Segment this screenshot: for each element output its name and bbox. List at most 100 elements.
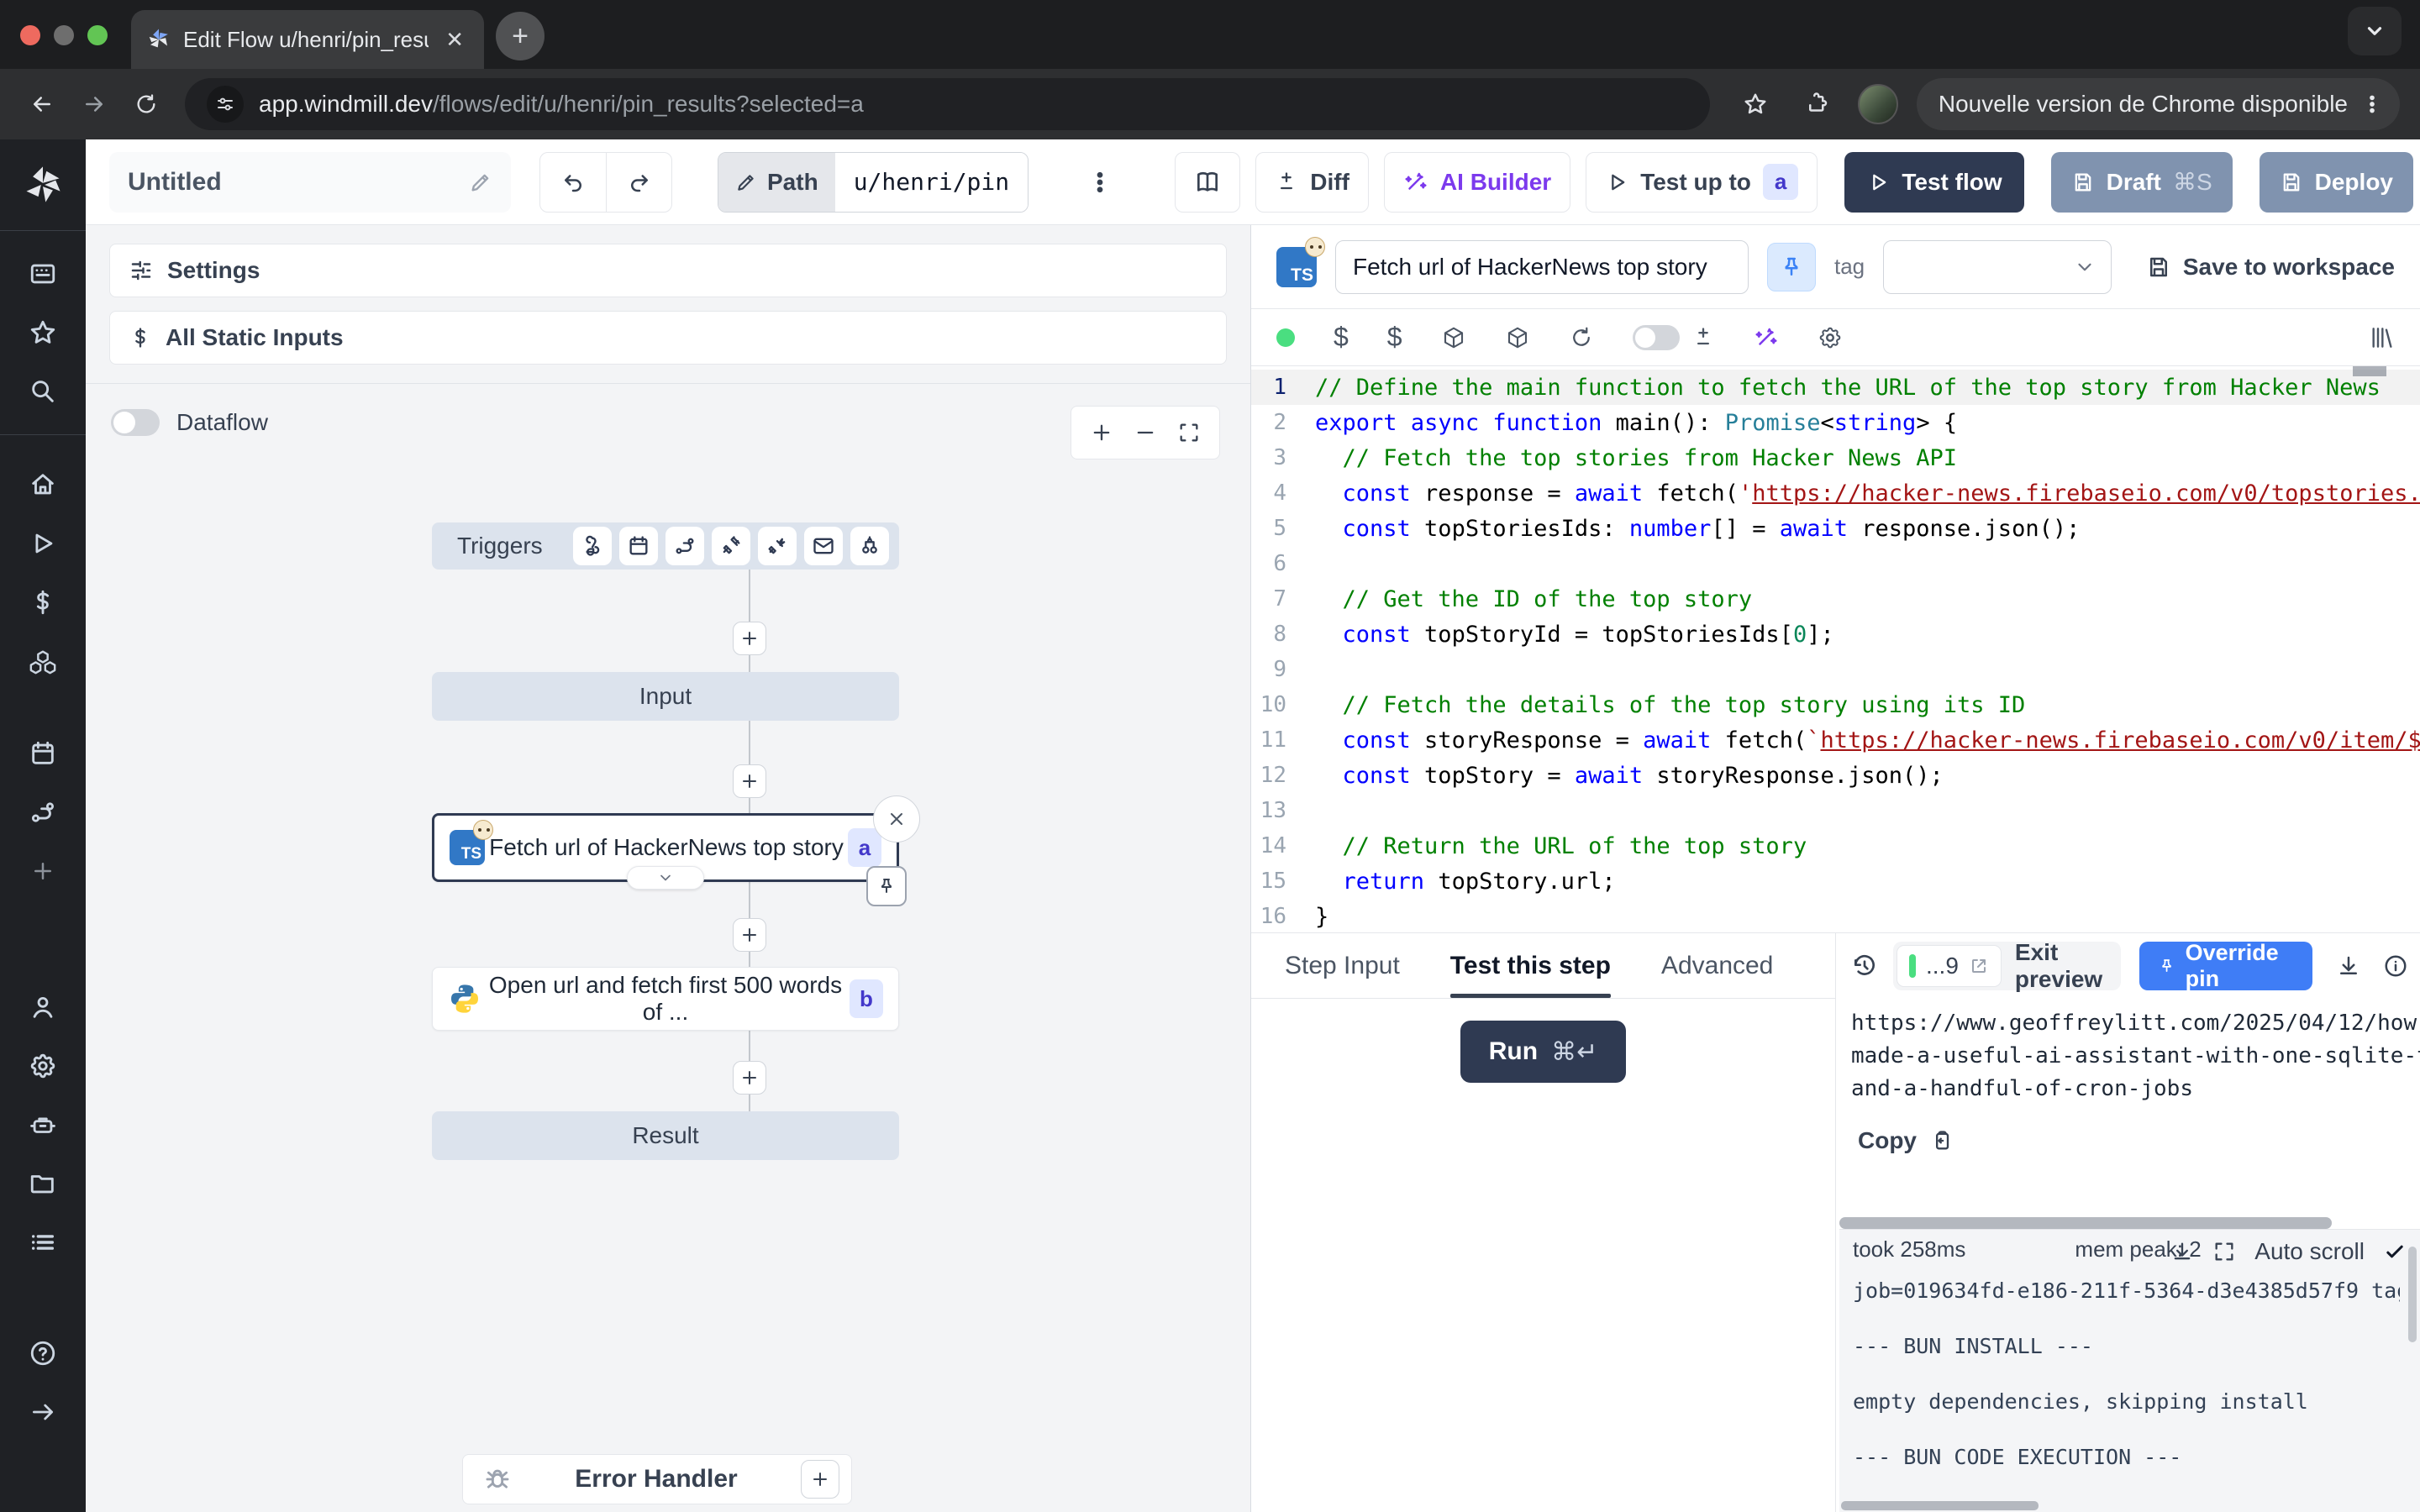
- code-line-13[interactable]: 13: [1251, 793, 2420, 828]
- back-button[interactable]: [20, 82, 64, 126]
- new-tab-button[interactable]: +: [496, 12, 544, 60]
- test-flow-button[interactable]: Test flow: [1844, 152, 2023, 213]
- code-line-16[interactable]: 16}: [1251, 899, 2420, 932]
- zoom-in-button[interactable]: [1080, 411, 1123, 454]
- flow-name-input[interactable]: Untitled: [109, 152, 511, 213]
- reload-button[interactable]: [124, 82, 168, 126]
- forward-button[interactable]: [72, 82, 116, 126]
- add-step-button[interactable]: [733, 918, 766, 952]
- close-window-button[interactable]: [20, 25, 40, 45]
- tab-advanced[interactable]: Advanced: [1661, 933, 1773, 998]
- sidebar-workers-icon[interactable]: [0, 1095, 86, 1154]
- profile-avatar[interactable]: [1858, 84, 1898, 124]
- macos-window-controls[interactable]: [20, 25, 108, 45]
- pinned-result-badge[interactable]: [866, 866, 907, 906]
- expand-logs-icon[interactable]: [2212, 1240, 2236, 1263]
- minimize-window-button[interactable]: [54, 25, 74, 45]
- dataflow-toggle[interactable]: [111, 409, 160, 436]
- package-icon[interactable]: [1505, 325, 1530, 350]
- code-line-4[interactable]: 4 const response = await fetch('https://…: [1251, 475, 2420, 511]
- path-control[interactable]: Path u/henri/pin: [718, 152, 1028, 213]
- reset-icon[interactable]: [1569, 325, 1594, 350]
- kafka-trigger-icon[interactable]: [758, 527, 797, 565]
- webhook-trigger-icon[interactable]: [573, 527, 612, 565]
- test-up-to-step-badge[interactable]: a: [1763, 164, 1798, 200]
- add-step-button[interactable]: [733, 622, 766, 655]
- save-to-workspace-button[interactable]: Save to workspace: [2146, 254, 2395, 281]
- result-horizontal-scrollbar[interactable]: [1839, 1217, 2412, 1229]
- sidebar-settings-icon[interactable]: [0, 1037, 86, 1095]
- email-trigger-icon[interactable]: [804, 527, 843, 565]
- sidebar-apps-icon[interactable]: [0, 244, 86, 303]
- tab-test-this-step[interactable]: Test this step: [1450, 933, 1611, 998]
- step-result-value[interactable]: https://www.geoffreylitt.com/2025/04/12/…: [1836, 999, 2420, 1105]
- omnibox[interactable]: app.windmill.dev/flows/edit/u/henri/pin_…: [185, 78, 1710, 130]
- delete-step-button[interactable]: [873, 795, 920, 843]
- code-editor[interactable]: 1// Define the main function to fetch th…: [1251, 366, 2420, 932]
- code-line-1[interactable]: 1// Define the main function to fetch th…: [1251, 370, 2420, 405]
- add-step-button[interactable]: [733, 1061, 766, 1095]
- sidebar-folders-icon[interactable]: [0, 1154, 86, 1213]
- error-handler-node[interactable]: Error Handler: [462, 1454, 852, 1504]
- sidebar-home-icon[interactable]: [0, 455, 86, 514]
- sidebar-favorites-icon[interactable]: [0, 303, 86, 362]
- extensions-icon[interactable]: [1796, 82, 1839, 126]
- sidebar-collapse-icon[interactable]: [0, 1383, 86, 1441]
- http-route-trigger-icon[interactable]: [666, 527, 704, 565]
- step-node-b[interactable]: Open url and fetch first 500 words of ..…: [432, 967, 899, 1031]
- websocket-trigger-icon[interactable]: [712, 527, 750, 565]
- diff-button[interactable]: Diff: [1255, 152, 1369, 213]
- windmill-logo[interactable]: [0, 139, 86, 230]
- add-error-handler-button[interactable]: [801, 1460, 839, 1499]
- triggers-node[interactable]: Triggers: [432, 522, 899, 570]
- tab-step-input[interactable]: Step Input: [1285, 933, 1400, 998]
- all-static-inputs-button[interactable]: All Static Inputs: [109, 311, 1227, 365]
- more-options-icon[interactable]: [1087, 170, 1113, 195]
- zoom-out-button[interactable]: [1123, 411, 1167, 454]
- sidebar-resources-icon[interactable]: [0, 632, 86, 690]
- maximize-window-button[interactable]: [87, 25, 108, 45]
- history-icon[interactable]: [1851, 953, 1878, 979]
- insert-resource-icon[interactable]: $: [1387, 322, 1402, 353]
- edit-pencil-icon[interactable]: [469, 171, 492, 194]
- info-icon[interactable]: [2383, 953, 2408, 979]
- sidebar-schedules-icon[interactable]: [0, 724, 86, 783]
- input-node[interactable]: Input: [432, 672, 899, 721]
- code-line-2[interactable]: 2export async function main(): Promise<s…: [1251, 405, 2420, 440]
- schedule-trigger-icon[interactable]: [619, 527, 658, 565]
- result-node[interactable]: Result: [432, 1111, 899, 1160]
- script-settings-icon[interactable]: [1818, 325, 1843, 350]
- sidebar-search-icon[interactable]: [0, 362, 86, 421]
- tab-close-icon[interactable]: ✕: [440, 27, 469, 53]
- flow-settings-button[interactable]: Settings: [109, 244, 1227, 297]
- step-node-a[interactable]: TS Fetch url of HackerNews top story a: [432, 813, 899, 882]
- redo-button[interactable]: [606, 153, 671, 212]
- job-result-pill[interactable]: ...9: [1897, 945, 2002, 987]
- code-line-6[interactable]: 6: [1251, 546, 2420, 581]
- deploy-button[interactable]: Deploy: [2260, 152, 2413, 213]
- override-pin-button[interactable]: Override pin: [2139, 942, 2313, 990]
- library-icon[interactable]: [2368, 324, 2395, 351]
- step-title-input[interactable]: Fetch url of HackerNews top story: [1335, 240, 1749, 294]
- exit-preview-button[interactable]: Exit preview: [2015, 939, 2118, 993]
- tab-search-button[interactable]: [2348, 7, 2402, 55]
- external-link-icon[interactable]: [1969, 956, 1989, 976]
- flow-graph-canvas[interactable]: Dataflow Triggers: [86, 384, 1250, 1512]
- ai-builder-button[interactable]: AI Builder: [1384, 152, 1570, 213]
- fit-view-button[interactable]: [1167, 411, 1211, 454]
- log-horizontal-scrollbar[interactable]: [1841, 1501, 2039, 1510]
- poll-trigger-icon[interactable]: [850, 527, 889, 565]
- code-line-14[interactable]: 14 // Return the URL of the top story: [1251, 828, 2420, 864]
- sidebar-users-icon[interactable]: [0, 978, 86, 1037]
- code-line-9[interactable]: 9: [1251, 652, 2420, 687]
- tag-select[interactable]: [1883, 240, 2112, 294]
- browser-tab[interactable]: Edit Flow u/henri/pin_results ✕: [131, 10, 484, 69]
- code-line-11[interactable]: 11 const storyResponse = await fetch(`ht…: [1251, 722, 2420, 758]
- sidebar-add-icon[interactable]: [0, 842, 86, 900]
- log-vertical-scrollbar[interactable]: [2408, 1247, 2417, 1342]
- editor-scrollbar[interactable]: [2353, 366, 2386, 376]
- code-line-8[interactable]: 8 const topStoryId = topStoriesIds[0];: [1251, 617, 2420, 652]
- checkmark-icon[interactable]: [2383, 1240, 2407, 1263]
- ai-generate-icon[interactable]: [1754, 325, 1779, 350]
- site-settings-icon[interactable]: [207, 86, 244, 123]
